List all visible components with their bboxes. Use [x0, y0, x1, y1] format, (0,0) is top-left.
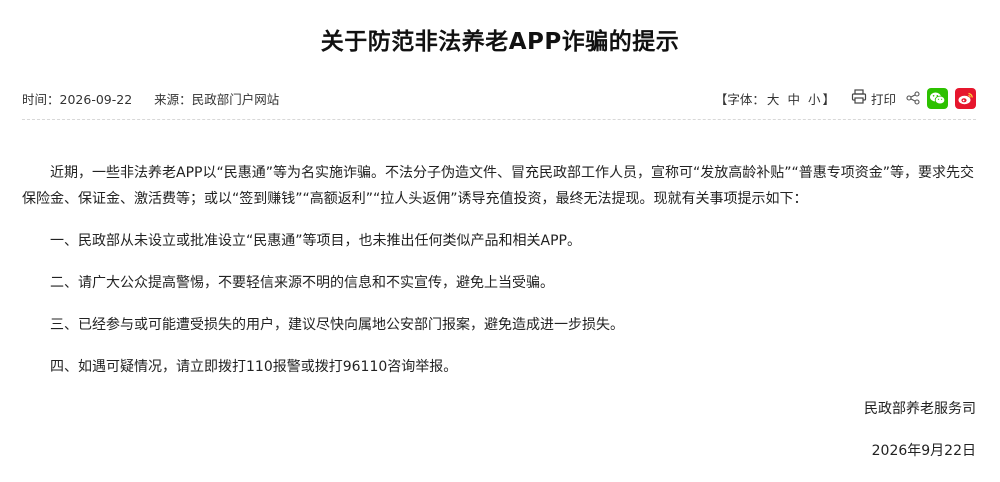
article-tools: 【字体： 大 中 小 】 打印 — [715, 87, 976, 109]
notice-item: 三、已经参与或可能遭受损失的用户，建议尽快向属地公安部门报案，避免造成进一步损失… — [50, 317, 624, 333]
notice-item: 二、请广大公众提高警惕，不要轻信来源不明的信息和不实宣传，避免上当受骗。 — [50, 275, 554, 291]
issuer-signature: 民政部养老服务司 — [864, 401, 976, 417]
font-size-control: 【字体： 大 中 小 】 — [715, 89, 835, 108]
intro-paragraph: 近期，一些非法养老APP以“民惠通”等为名实施诈骗。不法分子伪造文件、冒充民政部… — [22, 165, 974, 207]
font-size-large-button[interactable]: 大 — [767, 89, 780, 108]
article-meta-bar: 时间：2026-09-22 来源：民政部门户网站 【字体： 大 中 小 】 打印 — [22, 84, 976, 112]
font-size-medium-button[interactable]: 中 — [787, 89, 800, 108]
notice-item: 四、如遇可疑情况，请立即拨打110报警或拨打96110咨询举报。 — [50, 359, 458, 375]
notice-item: 一、民政部从未设立或批准设立“民惠通”等项目，也未推出任何类似产品和相关APP。 — [50, 233, 581, 249]
article-body: 近期，一些非法养老APP以“民惠通”等为名实施诈骗。不法分子伪造文件、冒充民政部… — [22, 160, 976, 464]
printer-icon — [851, 89, 871, 107]
weibo-icon[interactable] — [955, 87, 976, 109]
publish-time-value: 2026-09-22 — [59, 91, 133, 107]
article-meta-info: 时间：2026-09-22 来源：民政部门户网站 — [22, 89, 301, 108]
meta-divider — [22, 119, 976, 120]
article-source-label: 来源： — [154, 91, 192, 107]
font-size-label: 【字体： — [714, 91, 765, 107]
article-title: 关于防范非法养老APP诈骗的提示 — [320, 29, 680, 55]
article-page: 关于防范非法养老APP诈骗的提示 时间：2026-09-22 来源：民政部门户网… — [0, 0, 1000, 482]
print-button[interactable]: 打印 — [851, 89, 896, 108]
share-icon[interactable] — [906, 91, 920, 105]
print-label: 打印 — [870, 91, 896, 107]
article-source-value: 民政部门户网站 — [191, 91, 280, 107]
font-size-small-button[interactable]: 小 — [808, 89, 821, 108]
publish-time: 时间：2026-09-22 — [22, 89, 132, 108]
wechat-icon[interactable] — [927, 87, 948, 109]
publish-time-label: 时间： — [22, 91, 60, 107]
article-source: 来源：民政部门户网站 — [154, 89, 279, 108]
issue-date: 2026年9月22日 — [871, 443, 976, 459]
font-size-bracket: 】 — [822, 91, 835, 107]
